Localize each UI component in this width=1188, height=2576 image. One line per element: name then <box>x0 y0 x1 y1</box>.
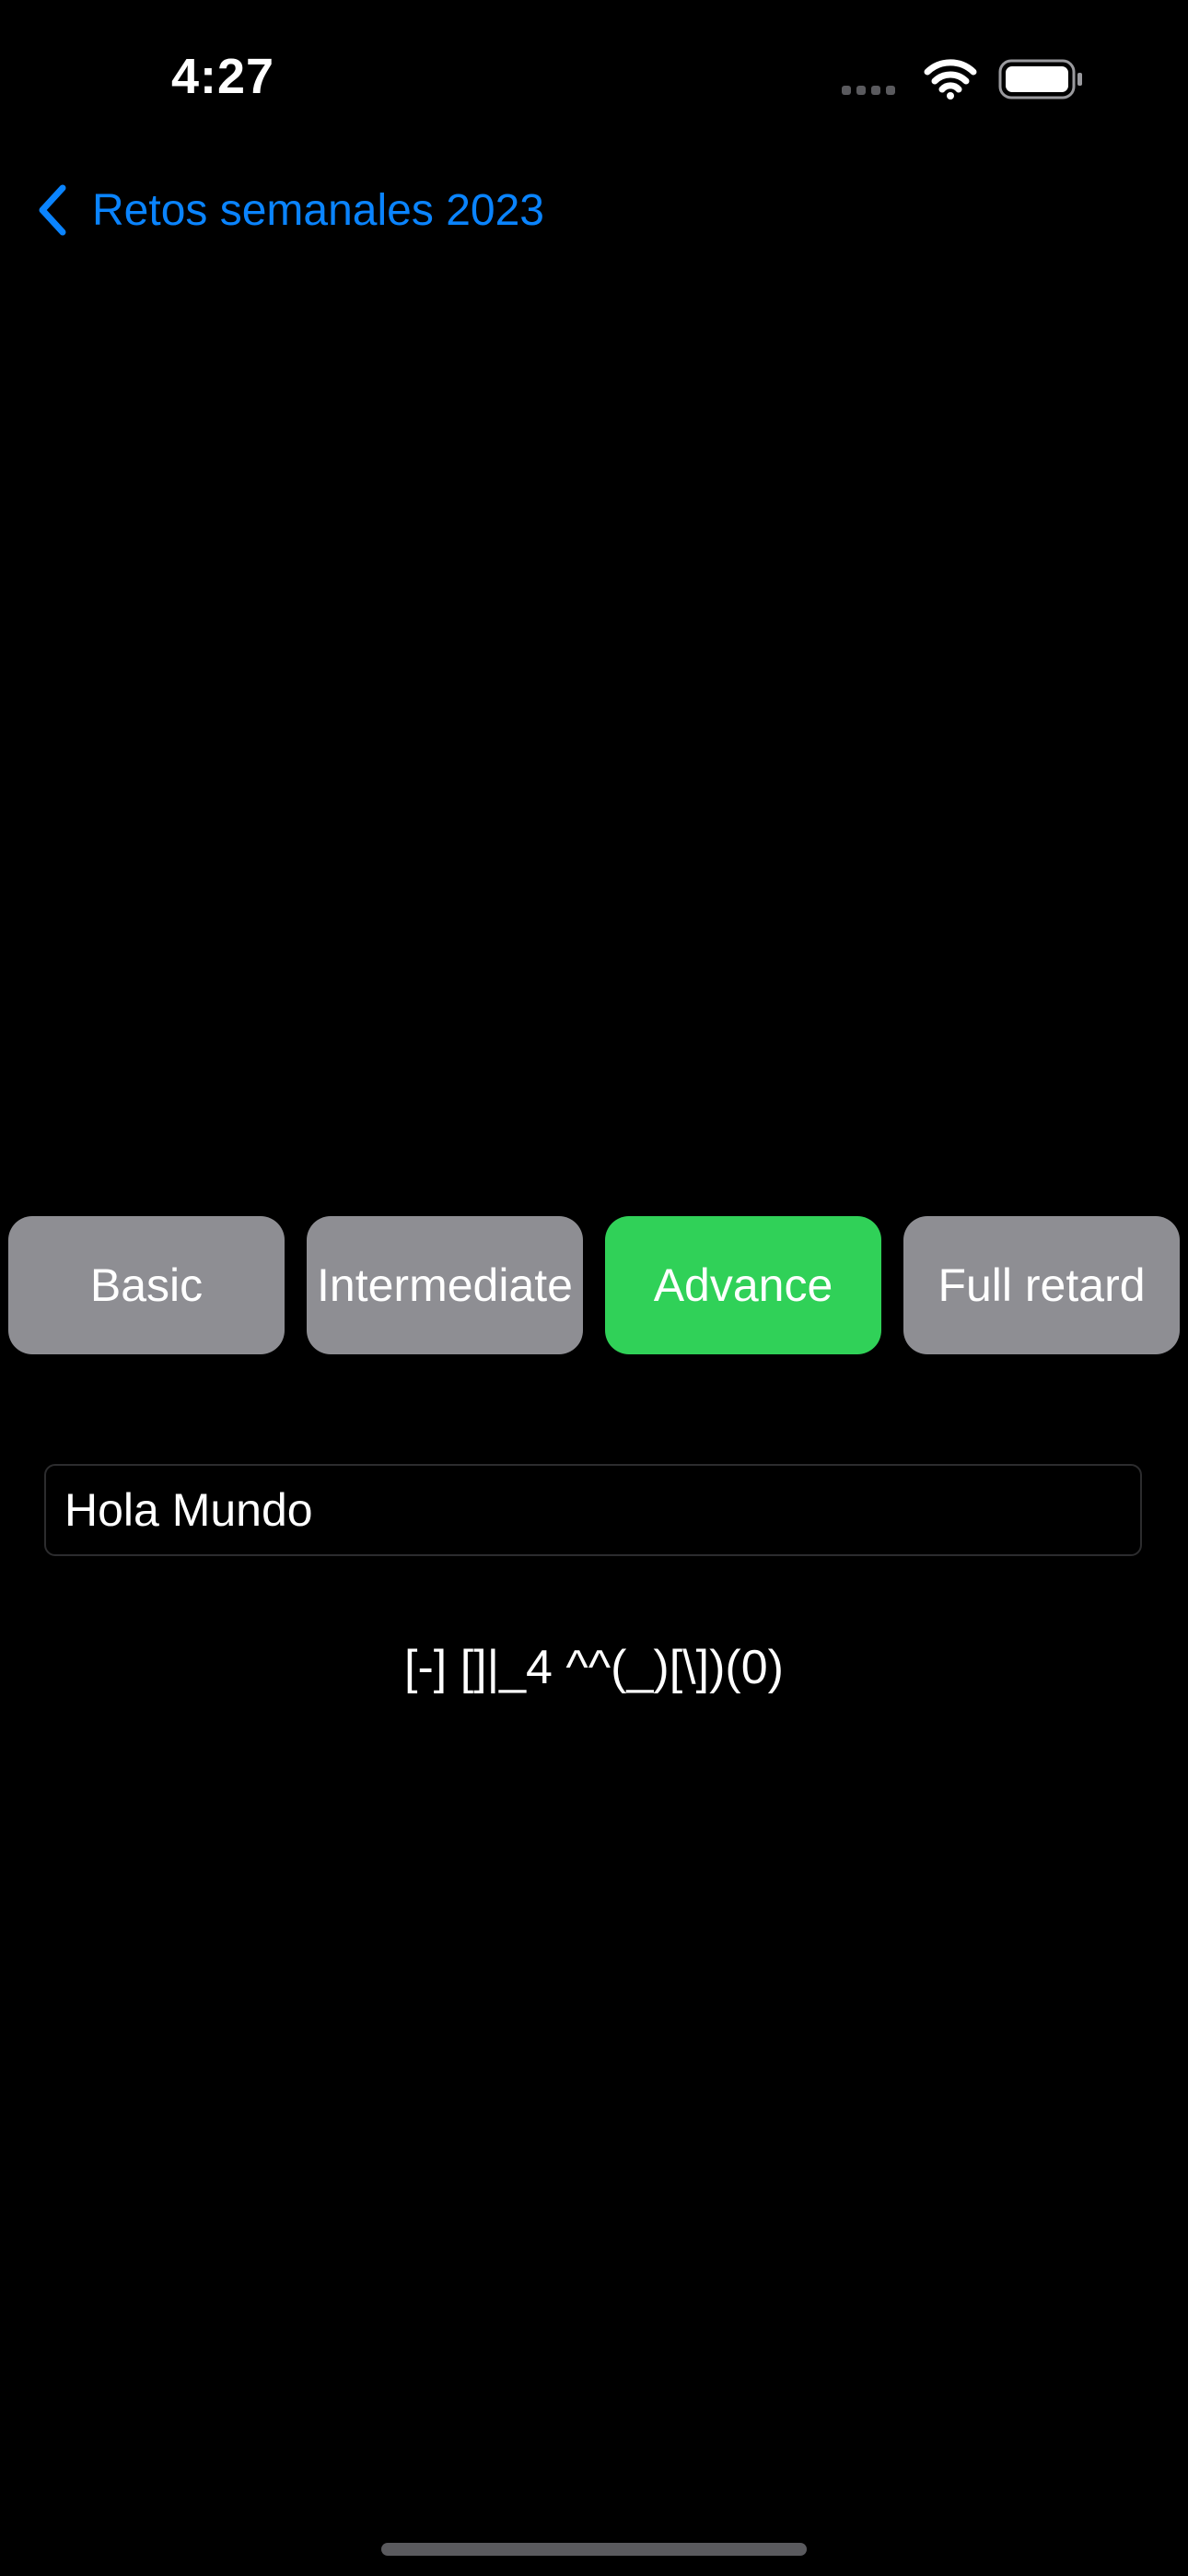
cellular-icon <box>842 86 895 95</box>
text-input[interactable] <box>64 1483 1140 1537</box>
difficulty-basic-button[interactable]: Basic <box>8 1216 285 1354</box>
difficulty-selector: Basic Intermediate Advance Full retard <box>8 1216 1180 1354</box>
status-icons <box>840 57 1089 103</box>
leet-result-text: [-] []|_4 ^^(_)[\])(0) <box>404 1641 784 1694</box>
difficulty-intermediate-button[interactable]: Intermediate <box>307 1216 583 1354</box>
battery-icon <box>998 59 1082 100</box>
difficulty-advance-button[interactable]: Advance <box>605 1216 881 1354</box>
back-button[interactable]: Retos semanales 2023 <box>33 175 544 245</box>
status-time: 4:27 <box>171 49 275 104</box>
home-indicator[interactable] <box>381 2543 807 2556</box>
chevron-left-icon <box>39 184 66 236</box>
back-button-label: Retos semanales 2023 <box>92 185 544 235</box>
wifi-icon <box>924 59 977 100</box>
text-input-field[interactable] <box>44 1464 1142 1556</box>
difficulty-full-retard-button[interactable]: Full retard <box>903 1216 1180 1354</box>
